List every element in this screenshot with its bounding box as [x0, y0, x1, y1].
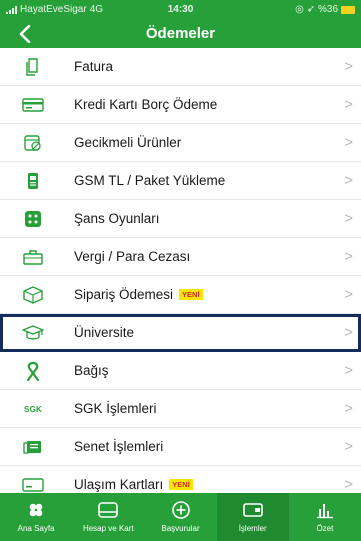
chevron-left-icon [19, 25, 31, 43]
tab-label: İşlemler [238, 524, 267, 533]
battery-level: %36 [317, 4, 338, 15]
credit-card-icon [22, 95, 44, 115]
chevron-right-icon: > [344, 134, 353, 151]
menu-item-label: Üniversite [74, 325, 135, 340]
chevron-right-icon: > [344, 58, 353, 75]
tab-label: Özet [316, 524, 334, 533]
wallet-icon [72, 500, 144, 520]
chevron-right-icon: > [344, 210, 353, 227]
menu-item-gsm[interactable]: GSM TL / Paket Yükleme > [0, 162, 361, 200]
menu-item-fatura[interactable]: Fatura > [0, 48, 361, 86]
location-icon: ◎ ➶ [295, 4, 315, 15]
mobile-phone-icon [22, 171, 44, 191]
menu-item-siparis[interactable]: Sipariş Ödemesi YENİ > [0, 276, 361, 314]
menu-item-label: Bağış [74, 363, 109, 378]
page-title: Ödemeler [145, 25, 216, 42]
chevron-right-icon: > [344, 248, 353, 265]
menu-item-sgk[interactable]: SGK SGK İşlemleri > [0, 390, 361, 428]
chevron-right-icon: > [344, 324, 353, 341]
chevron-right-icon: > [344, 400, 353, 417]
chevron-right-icon: > [344, 438, 353, 455]
clover-icon [0, 500, 72, 520]
new-badge: YENİ [179, 289, 203, 300]
menu-item-label: Şans Oyunları [74, 211, 160, 226]
status-bar: HayatEveSigar 4G 14:30 ◎ ➶ %36 [0, 0, 361, 20]
menu-item-label: Sipariş Ödemesi YENİ [74, 276, 203, 314]
menu-item-kredi-karti[interactable]: Kredi Kartı Borç Ödeme > [0, 86, 361, 124]
menu-item-bagis[interactable]: Bağış > [0, 352, 361, 390]
menu-item-label: Fatura [74, 59, 114, 74]
menu-item-ulasim[interactable]: Ulaşım Kartları YENİ > [0, 466, 361, 493]
delayed-items-icon [22, 133, 44, 153]
card-transactions-icon [217, 500, 289, 520]
dice-icon [22, 209, 44, 229]
menu-item-vergi[interactable]: Vergi / Para Cezası > [0, 238, 361, 276]
tab-label: Ana Sayfa [17, 524, 55, 533]
tab-label: Hesap ve Kart [82, 524, 134, 533]
new-badge: YENİ [169, 479, 193, 490]
chevron-right-icon: > [344, 286, 353, 303]
back-button[interactable] [10, 20, 40, 48]
tab-islemler[interactable]: İşlemler [216, 493, 289, 541]
menu-item-senet[interactable]: Senet İşlemleri > [0, 428, 361, 466]
promissory-note-icon [22, 437, 44, 457]
plus-circle-icon [144, 500, 216, 520]
battery-icon [341, 5, 355, 14]
menu-item-sans-oyunlari[interactable]: Şans Oyunları > [0, 200, 361, 238]
menu-item-label: SGK İşlemleri [74, 401, 157, 416]
bottom-tab-bar: Ana Sayfa Hesap ve Kart Başvurular İşlem… [0, 493, 361, 541]
document-icon [22, 57, 44, 77]
menu-item-gecikmeli[interactable]: Gecikmeli Ürünler > [0, 124, 361, 162]
tab-label: Başvurular [161, 524, 200, 533]
chevron-right-icon: > [344, 362, 353, 379]
transport-card-icon [22, 475, 44, 493]
package-icon [22, 285, 44, 305]
menu-item-text: Ulaşım Kartları [74, 477, 164, 492]
menu-item-label: Vergi / Para Cezası [74, 249, 191, 264]
bar-chart-icon [289, 500, 361, 520]
menu-item-label: Senet İşlemleri [74, 439, 164, 454]
chevron-right-icon: > [344, 172, 353, 189]
tab-basvurular[interactable]: Başvurular [144, 493, 216, 541]
menu-item-label: Kredi Kartı Borç Ödeme [74, 97, 218, 112]
tab-hesap-ve-kart[interactable]: Hesap ve Kart [72, 493, 144, 541]
chevron-right-icon: > [344, 476, 353, 493]
tab-ana-sayfa[interactable]: Ana Sayfa [0, 493, 72, 541]
payment-menu-list: Fatura > Kredi Kartı Borç Ödeme > Gecikm… [0, 48, 361, 493]
menu-item-label: GSM TL / Paket Yükleme [74, 173, 226, 188]
menu-item-universite[interactable]: Üniversite > [0, 314, 361, 352]
graduation-cap-icon [22, 323, 44, 343]
sgk-logo-text: SGK [24, 404, 42, 414]
tab-ozet[interactable]: Özet [289, 493, 361, 541]
menu-item-text: Sipariş Ödemesi [74, 287, 174, 302]
sgk-logo-icon: SGK [22, 399, 44, 419]
ribbon-icon [22, 361, 44, 381]
status-right: ◎ ➶ %36 [295, 4, 355, 15]
chevron-right-icon: > [344, 96, 353, 113]
menu-item-label: Gecikmeli Ürünler [74, 135, 182, 150]
header-bar: Ödemeler [0, 20, 361, 48]
briefcase-icon [22, 247, 44, 267]
menu-item-label: Ulaşım Kartları YENİ [74, 466, 193, 493]
